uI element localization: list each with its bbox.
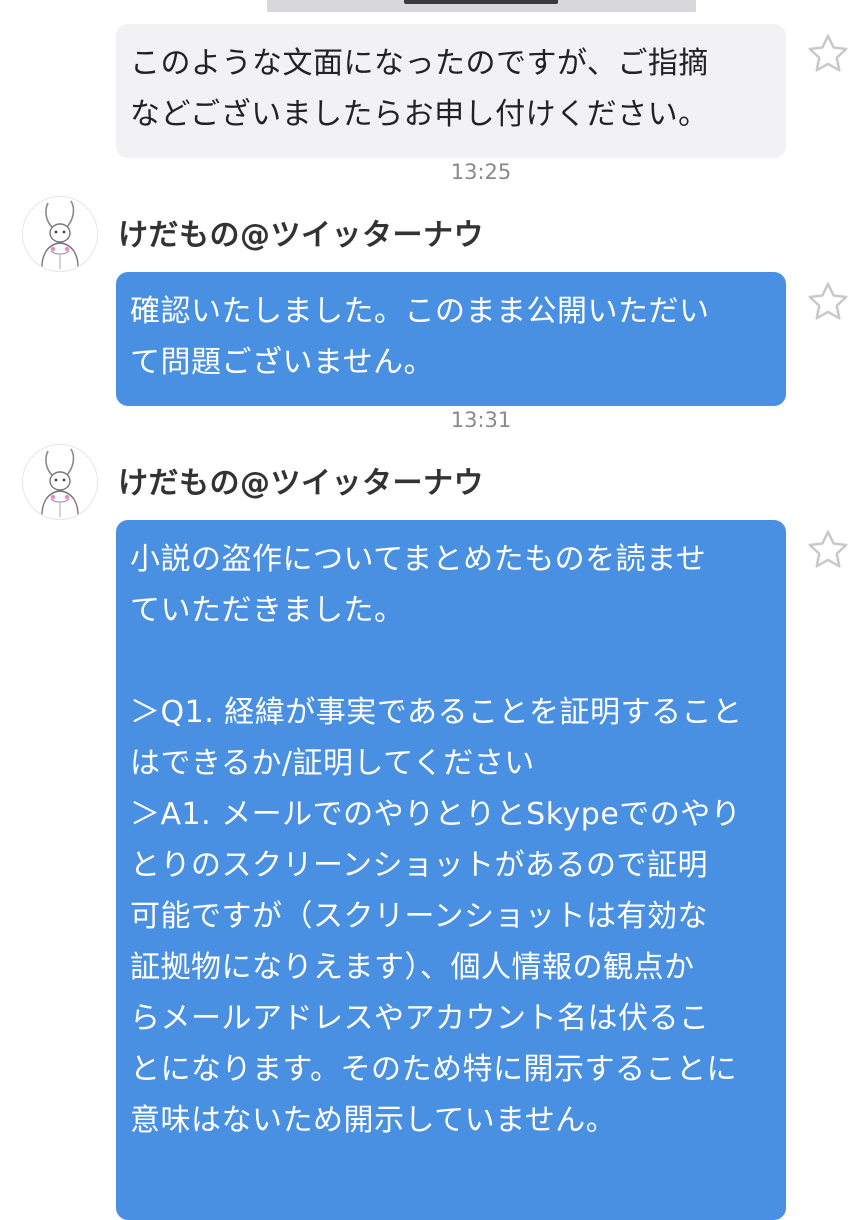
star-outline-icon[interactable] — [805, 279, 851, 325]
message-bubble-received[interactable]: 確認いたしました。このまま公開いただい て問題ございません。 — [116, 272, 786, 406]
message-timestamp: 13:31 — [450, 408, 512, 432]
attached-image-preview[interactable] — [267, 0, 696, 12]
sender-name: けだもの@ツイッターナウ — [118, 466, 484, 501]
message-bubble-received[interactable]: 小説の盗作についてまとめたものを読ませ ていただきました。 ＞Q1. 経緯が事実… — [116, 520, 786, 1220]
star-outline-icon[interactable] — [805, 527, 851, 573]
message-timestamp: 13:25 — [450, 160, 512, 184]
star-outline-icon[interactable] — [805, 31, 851, 77]
message-bubble-own[interactable]: このような文面になったのですが、ご指摘 などございましたらお申し付けください。 — [116, 24, 786, 158]
rabbit-avatar-icon[interactable] — [22, 196, 98, 272]
rabbit-avatar-icon[interactable] — [22, 444, 98, 520]
image-scrubber-bar — [404, 0, 558, 4]
sender-name: けだもの@ツイッターナウ — [118, 218, 484, 253]
